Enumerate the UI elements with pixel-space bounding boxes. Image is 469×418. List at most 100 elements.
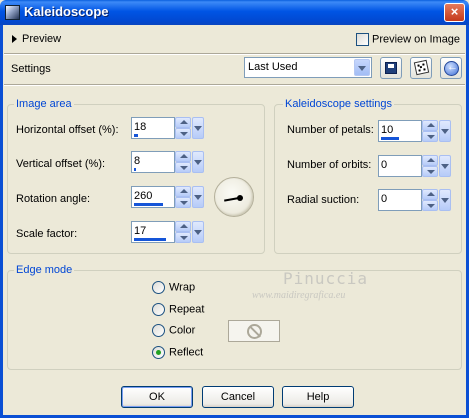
number-of-petals-input[interactable]: 10 [378,120,422,142]
vertical-offset-label: Vertical offset (%): [16,158,106,170]
edge-mode-title: Edge mode [14,264,75,276]
randomize-button[interactable] [410,57,432,79]
value-slider-bar[interactable] [381,137,399,140]
reset-button[interactable] [440,57,462,79]
value-slider-bar[interactable] [134,134,138,137]
spin-arrows[interactable] [422,155,439,177]
chevron-down-icon[interactable] [439,189,451,211]
scale-factor-spinner[interactable]: 17 [131,221,204,243]
spin-arrows[interactable] [422,189,439,211]
arrow-up-icon[interactable] [175,221,191,232]
number-of-orbits-spinner[interactable]: 0 [378,155,451,177]
radial-suction-spinner[interactable]: 0 [378,189,451,211]
number-of-orbits-input[interactable]: 0 [378,155,422,177]
cancel-button[interactable]: Cancel [202,386,274,408]
help-button[interactable]: Help [282,386,354,408]
window-title: Kaleidoscope [24,4,109,19]
chevron-down-icon[interactable] [354,59,370,76]
horizontal-offset-label: Horizontal offset (%): [16,124,119,136]
edge-mode-reflect-label: Reflect [169,346,204,359]
edge-mode-repeat-label: Repeat [169,303,205,316]
arrow-down-icon[interactable] [422,166,438,177]
edge-mode-repeat-option[interactable]: Repeat [152,303,204,316]
rotation-dial[interactable] [214,177,254,217]
edge-mode-wrap-option[interactable]: Wrap [152,281,195,294]
chevron-down-icon[interactable] [192,186,204,208]
spin-arrows[interactable] [422,120,439,142]
title-bar: Kaleidoscope × [0,0,469,25]
watermark-title: Pinuccia [283,269,369,288]
image-area-title: Image area [14,98,74,110]
number-of-petals-label: Number of petals: [287,124,374,136]
arrow-down-icon[interactable] [422,131,438,142]
radio-button[interactable] [152,303,165,316]
rotation-angle-spinner[interactable]: 260 [131,186,204,208]
rotation-angle-input[interactable]: 260 [131,186,175,208]
spin-arrows[interactable] [175,151,192,173]
arrow-down-icon[interactable] [175,128,191,139]
reset-arrow-icon [444,61,459,76]
save-preset-button[interactable] [380,57,402,79]
radio-button-selected[interactable] [152,346,165,359]
spin-arrows[interactable] [175,186,192,208]
arrow-up-icon[interactable] [422,120,438,131]
number-of-petals-spinner[interactable]: 10 [378,120,451,142]
arrow-down-icon[interactable] [175,197,191,208]
radial-suction-input[interactable]: 0 [378,189,422,211]
preview-row: Preview Preview on Image [0,25,469,53]
rotation-angle-label: Rotation angle: [16,193,90,205]
arrow-down-icon[interactable] [422,200,438,211]
edge-mode-reflect-option[interactable]: Reflect [152,346,203,359]
radio-button[interactable] [152,324,165,337]
checkbox-box[interactable] [356,33,369,46]
radial-suction-label: Radial suction: [287,194,360,206]
number-of-orbits-label: Number of orbits: [287,159,372,171]
number-of-petals-value: 10 [381,124,394,136]
chevron-down-icon[interactable] [192,117,204,139]
chevron-down-icon[interactable] [192,151,204,173]
rotation-angle-value: 260 [134,190,153,202]
dice-icon [413,59,430,76]
app-icon [5,5,20,20]
preview-on-image-label: Preview on Image [372,33,461,46]
edge-color-swatch[interactable] [228,320,280,342]
arrow-up-icon[interactable] [422,189,438,200]
triangle-right-icon [12,35,17,44]
horizontal-offset-value: 18 [134,121,147,133]
vertical-offset-spinner[interactable]: 8 [131,151,204,173]
arrow-down-icon[interactable] [175,232,191,243]
chevron-down-icon[interactable] [192,221,204,243]
divider [4,53,465,55]
value-slider-bar[interactable] [134,168,136,171]
edge-mode-color-option[interactable]: Color [152,324,195,337]
settings-label: Settings [11,63,51,75]
arrow-up-icon[interactable] [175,151,191,162]
kaleidoscope-settings-title: Kaleidoscope settings [283,98,395,110]
preset-dropdown[interactable]: Last Used [244,57,372,78]
edge-mode-wrap-label: Wrap [169,281,196,294]
preview-toggle[interactable]: Preview [12,33,61,45]
edge-mode-color-label: Color [169,324,196,337]
close-button[interactable]: × [444,3,465,22]
arrow-up-icon[interactable] [175,117,191,128]
spin-arrows[interactable] [175,117,192,139]
chevron-down-icon[interactable] [439,155,451,177]
dial-knob-icon [237,195,243,201]
value-slider-bar[interactable] [134,203,163,206]
ok-button[interactable]: OK [121,386,193,408]
horizontal-offset-input[interactable]: 18 [131,117,175,139]
radial-suction-value: 0 [381,193,388,205]
horizontal-offset-spinner[interactable]: 18 [131,117,204,139]
divider [4,84,465,86]
no-symbol-icon [247,324,262,339]
arrow-down-icon[interactable] [175,162,191,173]
chevron-down-icon[interactable] [439,120,451,142]
arrow-up-icon[interactable] [175,186,191,197]
arrow-up-icon[interactable] [422,155,438,166]
spin-arrows[interactable] [175,221,192,243]
scale-factor-input[interactable]: 17 [131,221,175,243]
value-slider-bar[interactable] [134,238,166,241]
preview-on-image-checkbox[interactable]: Preview on Image [356,33,460,46]
radio-button[interactable] [152,281,165,294]
vertical-offset-input[interactable]: 8 [131,151,175,173]
